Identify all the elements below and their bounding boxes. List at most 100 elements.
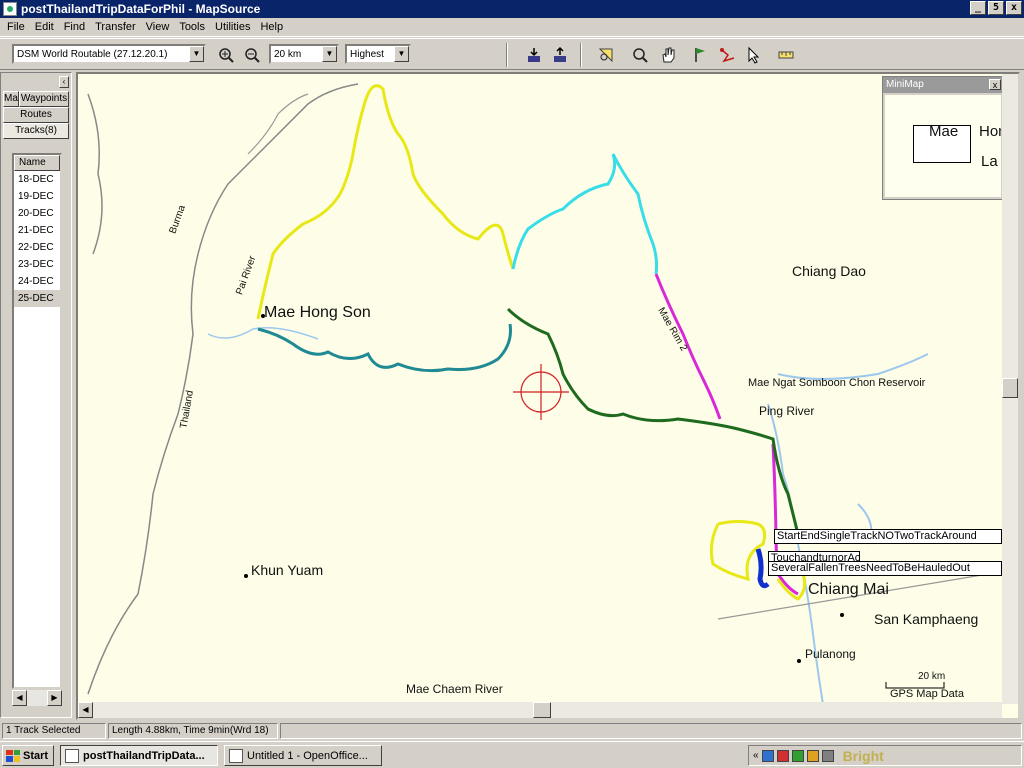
hand-pan-button[interactable] — [656, 44, 679, 66]
track-row[interactable]: 21-DEC — [14, 222, 60, 239]
security-icon[interactable] — [791, 749, 804, 762]
minimap-title-bar: MiniMap x — [883, 77, 1002, 93]
map-product-select[interactable]: DSM World Routable (27.12.20.1) ▼ — [12, 44, 206, 64]
scroll-left-icon[interactable]: ◀ — [78, 702, 93, 718]
label-mae-chaem-river: Mae Chaem River — [406, 682, 503, 696]
collapse-panel-button[interactable]: ‹ — [59, 76, 69, 88]
start-label: Start — [23, 749, 49, 762]
route-tool-button[interactable] — [716, 44, 739, 66]
scroll-thumb[interactable] — [533, 702, 551, 718]
map-drawing[interactable] — [78, 74, 1002, 704]
track-row-selected[interactable]: 25-DEC — [14, 290, 60, 307]
track-row[interactable]: 20-DEC — [14, 205, 60, 222]
restore-button[interactable]: 5 — [988, 1, 1004, 15]
zoom-in-button[interactable] — [214, 44, 237, 66]
select-zoom-button[interactable] — [628, 44, 651, 66]
track-blue[interactable] — [755, 548, 770, 589]
scroll-left-icon[interactable]: ◀ — [12, 690, 27, 706]
close-icon[interactable]: x — [989, 79, 1001, 90]
volume-icon[interactable] — [806, 749, 819, 762]
track-teal[interactable] — [257, 323, 512, 373]
minimap-label: Mae — [929, 123, 959, 140]
river-line[interactable] — [777, 353, 929, 380]
map-canvas[interactable]: Mae Hong Son Chiang Dao Khun Yuam Chiang… — [78, 74, 1002, 704]
tab-tracks[interactable]: Tracks(8) — [3, 123, 69, 139]
tab-routes[interactable]: Routes — [3, 107, 69, 123]
tray-brand-text: Bright — [842, 747, 884, 764]
menu-transfer[interactable]: Transfer — [92, 21, 143, 33]
selection-tool-button[interactable] — [742, 44, 765, 66]
device-icon[interactable] — [821, 749, 834, 762]
antivirus-icon[interactable] — [776, 749, 789, 762]
task-label: postThailandTripData... — [83, 749, 205, 762]
tab-maps[interactable]: Maps — [3, 91, 19, 107]
waypoint-label-popup[interactable]: StartEndSingleTrackNOTwoTrackAround — [774, 529, 1002, 544]
task-mapsource[interactable]: postThailandTripData... — [60, 745, 218, 766]
menu-find[interactable]: Find — [61, 21, 92, 33]
map-vertical-scrollbar[interactable] — [1002, 74, 1018, 704]
track-row[interactable]: 18-DEC — [14, 171, 60, 188]
label-pulanong: Pulanong — [805, 647, 856, 661]
menu-file[interactable]: File — [4, 21, 32, 33]
track-row[interactable]: 23-DEC — [14, 256, 60, 273]
chevron-down-icon[interactable]: ▼ — [189, 46, 204, 62]
send-to-device-button[interactable] — [548, 44, 571, 66]
menu-utilities[interactable]: Utilities — [212, 21, 257, 33]
track-row[interactable]: 19-DEC — [14, 188, 60, 205]
task-openoffice[interactable]: Untitled 1 - OpenOffice... — [224, 745, 382, 766]
zoom-scale-value: 20 km — [274, 48, 302, 60]
country-border[interactable] — [87, 83, 359, 695]
track-row[interactable]: 22-DEC — [14, 239, 60, 256]
track-cyan[interactable] — [511, 153, 659, 275]
track-dark-green[interactable] — [506, 307, 800, 535]
town-marker — [244, 574, 248, 578]
column-header-name[interactable]: Name — [14, 155, 60, 171]
panel-tabs: Maps Waypoints Routes Tracks(8) — [3, 91, 69, 139]
minimap-panel[interactable]: MiniMap x Mae Hon La — [882, 76, 1002, 200]
measure-tool-button[interactable] — [774, 44, 797, 66]
network-icon[interactable] — [761, 749, 774, 762]
hand-icon — [661, 47, 674, 63]
label-san-kamphaeng: San Kamphaeng — [874, 611, 979, 627]
ruler-icon — [778, 51, 793, 59]
track-list-scrollbar[interactable]: ◀ ▶ — [12, 690, 62, 706]
detail-level-select[interactable]: Highest ▼ — [345, 44, 411, 64]
minimize-button[interactable]: _ — [970, 1, 986, 15]
waypoint-label-popup[interactable]: SeveralFallenTreesNeedToBeHauledOut — [768, 561, 1002, 576]
menu-help[interactable]: Help — [257, 21, 290, 33]
status-selection: 1 Track Selected — [2, 723, 106, 739]
chevron-down-icon[interactable]: ▼ — [394, 46, 409, 62]
map-copyright: GPS Map Data — [890, 688, 964, 700]
zoom-out-button[interactable] — [240, 44, 263, 66]
label-khun-yuam: Khun Yuam — [251, 562, 324, 578]
status-empty — [280, 723, 1022, 739]
menu-bar: File Edit Find Transfer View Tools Utili… — [0, 18, 1024, 37]
label-scale: 20 km — [918, 671, 946, 682]
minimap-label: Hon — [979, 123, 1001, 140]
task-label: Untitled 1 - OpenOffice... — [247, 749, 368, 762]
zoom-scale-select[interactable]: 20 km ▼ — [269, 44, 339, 64]
tray-expand-icon[interactable]: « — [753, 750, 759, 761]
zoom-tool-button[interactable] — [594, 44, 617, 66]
scroll-right-icon[interactable]: ▶ — [47, 690, 62, 706]
chevron-down-icon[interactable]: ▼ — [322, 46, 337, 62]
label-chiang-dao: Chiang Dao — [792, 263, 866, 279]
minimap-body[interactable]: Mae Hon La — [885, 95, 1001, 197]
tab-waypoints[interactable]: Waypoints — [19, 91, 69, 107]
track-yellow[interactable] — [256, 84, 515, 320]
start-button[interactable]: Start — [2, 745, 54, 766]
taskbar: Start postThailandTripData... Untitled 1… — [0, 741, 1024, 768]
track-row[interactable]: 24-DEC — [14, 273, 60, 290]
close-button[interactable]: x — [1006, 1, 1022, 15]
map-view[interactable]: Mae Hong Son Chiang Dao Khun Yuam Chiang… — [76, 72, 1020, 720]
country-border[interactable] — [87, 93, 103, 255]
menu-view[interactable]: View — [143, 21, 177, 33]
menu-edit[interactable]: Edit — [32, 21, 61, 33]
receive-from-device-button[interactable] — [522, 44, 545, 66]
scroll-thumb[interactable] — [1002, 378, 1018, 398]
map-horizontal-scrollbar[interactable]: ◀ — [78, 702, 1002, 718]
windows-logo-icon — [6, 749, 20, 762]
waypoint-tool-button[interactable] — [688, 44, 711, 66]
menu-tools[interactable]: Tools — [176, 21, 212, 33]
toolbar-separator — [580, 43, 582, 67]
